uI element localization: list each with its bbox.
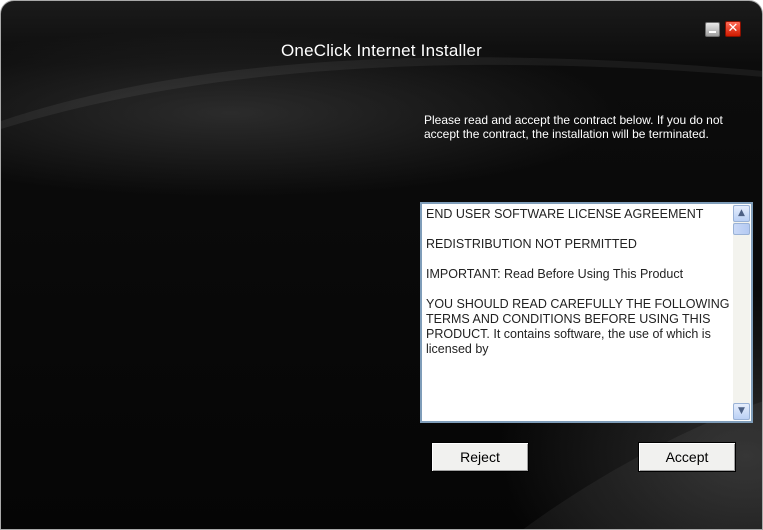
license-scrollbar[interactable]: ▲ ▼ [733,205,750,420]
license-paragraph: END USER SOFTWARE LICENSE AGREEMENT [426,207,704,221]
license-paragraph: YOU SHOULD READ CAREFULLY THE FOLLOWING … [426,297,730,356]
close-icon[interactable]: ✕ [725,21,741,37]
scroll-up-arrow-icon[interactable]: ▲ [733,205,750,222]
license-paragraph: IMPORTANT: Read Before Using This Produc… [426,267,684,281]
license-paragraph: REDISTRIBUTION NOT PERMITTED [426,237,637,251]
instruction-text: Please read and accept the contract belo… [424,113,723,141]
license-textbox[interactable]: END USER SOFTWARE LICENSE AGREEMENT REDI… [420,202,753,423]
minimize-icon[interactable] [705,22,720,37]
scroll-thumb[interactable] [733,223,750,235]
accept-button[interactable]: Accept [638,442,736,472]
license-text: END USER SOFTWARE LICENSE AGREEMENT REDI… [426,207,732,419]
reject-button[interactable]: Reject [431,442,529,472]
installer-window: OneClick Internet Installer ✕ Please rea… [0,0,763,530]
scroll-down-arrow-icon[interactable]: ▼ [733,403,750,420]
window-title: OneClick Internet Installer [281,41,482,60]
